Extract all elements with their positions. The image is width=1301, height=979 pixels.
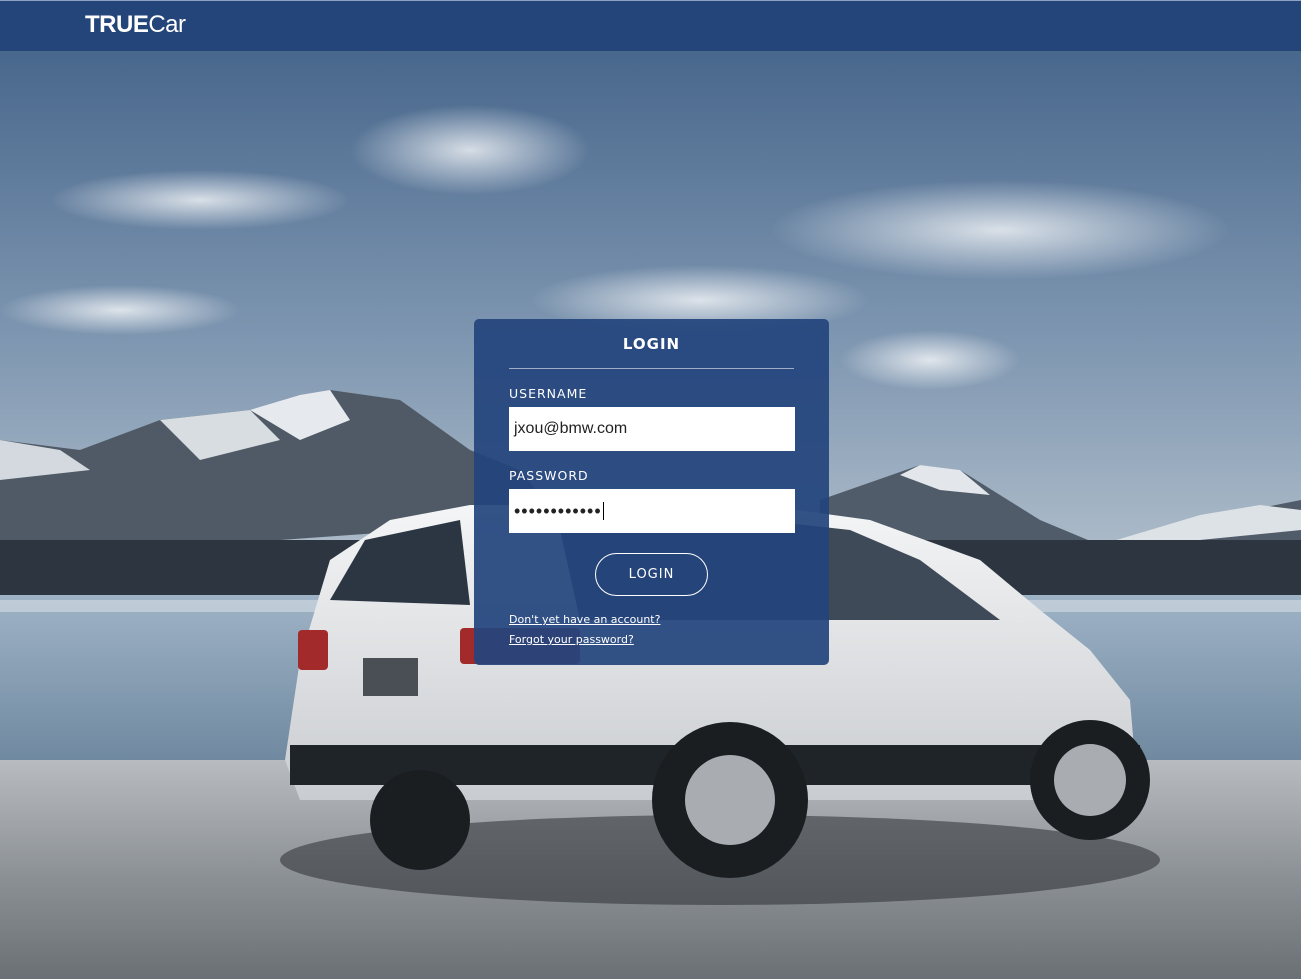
username-value: jxou@bmw.com: [514, 420, 628, 437]
username-input[interactable]: jxou@bmw.com: [509, 407, 795, 451]
password-label: PASSWORD: [509, 468, 589, 483]
password-input[interactable]: ••••••••••••: [509, 489, 795, 533]
username-label: USERNAME: [509, 386, 588, 401]
login-button[interactable]: LOGIN: [595, 553, 708, 596]
logo-text-bold: TRUE: [85, 11, 149, 38]
truecar-logo[interactable]: TRUECar: [85, 12, 186, 38]
password-mask: ••••••••••••: [514, 500, 602, 521]
top-bar: TRUECar: [0, 0, 1301, 51]
login-page: TRUECar LOGIN USERNAME jxou@bmw.com PASS…: [0, 0, 1301, 979]
text-caret: [602, 502, 604, 520]
forgot-password-link[interactable]: Forgot your password?: [509, 633, 634, 646]
login-card: LOGIN USERNAME jxou@bmw.com PASSWORD •••…: [474, 319, 829, 665]
title-divider: [509, 368, 794, 369]
login-title: LOGIN: [622, 335, 681, 353]
signup-link[interactable]: Don't yet have an account?: [509, 613, 660, 626]
logo-text-light: Car: [148, 11, 186, 38]
